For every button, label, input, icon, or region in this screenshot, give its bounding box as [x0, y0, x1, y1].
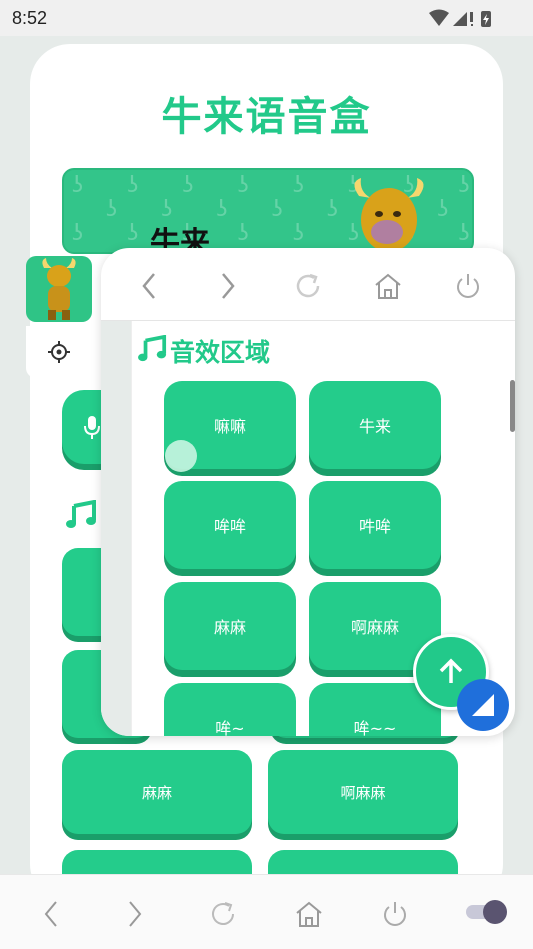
bottom-forward-button[interactable]	[118, 897, 152, 931]
sound-button[interactable]: 麻麻	[164, 582, 296, 670]
bottom-power-button[interactable]	[378, 897, 412, 931]
sound-button[interactable]: 哞哞	[164, 481, 296, 569]
bull-mascot-image	[354, 178, 424, 252]
touch-indicator	[165, 440, 197, 472]
sound-button[interactable]: 吽哞	[309, 481, 441, 569]
forward-button[interactable]	[210, 268, 246, 304]
bottom-back-button[interactable]	[34, 897, 68, 931]
sound-button[interactable]: 哞~	[164, 683, 296, 736]
bottom-home-button[interactable]	[292, 897, 326, 931]
power-icon	[384, 902, 406, 926]
floating-nav-bar	[101, 248, 515, 321]
refresh-icon	[212, 902, 234, 925]
status-time: 8:52	[12, 8, 48, 28]
wifi-signal-battery-icon	[429, 9, 491, 27]
app-title: 牛来语音盒	[161, 94, 372, 140]
sound-button-amama[interactable]: 啊麻麻	[268, 750, 458, 834]
status-icons	[427, 9, 497, 33]
chevron-left-icon	[142, 273, 155, 299]
mic-icon	[84, 416, 100, 439]
status-bar: 8:52	[0, 0, 533, 36]
arrow-up-icon	[439, 658, 463, 683]
chevron-left-icon	[44, 901, 57, 927]
bottom-refresh-button[interactable]	[206, 897, 240, 931]
sound-button-mama[interactable]: 麻麻	[62, 750, 252, 834]
home-icon	[375, 273, 401, 299]
bottom-nav-bar	[0, 874, 533, 949]
resize-button[interactable]	[457, 679, 509, 731]
floating-thumbnail[interactable]	[26, 256, 92, 322]
power-icon	[457, 274, 479, 298]
toggle-icon	[466, 900, 507, 924]
banner: ʖ ʖ ʖ ʖ ʖ ʖ ʖ ʖ ʖ ʖ ʖ ʖ ʖ ʖ ʖ ʖ ʖ ʖ ʖ ʖ …	[62, 168, 474, 254]
refresh-button[interactable]	[290, 268, 326, 304]
chevron-right-icon	[129, 901, 142, 927]
music-note-icon	[66, 499, 98, 534]
scrollbar[interactable]	[510, 380, 515, 432]
resize-triangle-icon	[472, 694, 494, 716]
chevron-right-icon	[222, 273, 235, 299]
gear-icon	[48, 341, 70, 363]
settings-button[interactable]	[26, 326, 92, 378]
sound-button[interactable]: 牛来	[309, 381, 441, 469]
toggle-switch[interactable]	[466, 897, 510, 927]
bull-mascot-image	[42, 258, 76, 320]
home-button[interactable]	[370, 268, 406, 304]
power-button[interactable]	[450, 268, 486, 304]
home-icon	[296, 901, 322, 927]
back-button[interactable]	[131, 268, 167, 304]
refresh-icon	[296, 273, 320, 298]
